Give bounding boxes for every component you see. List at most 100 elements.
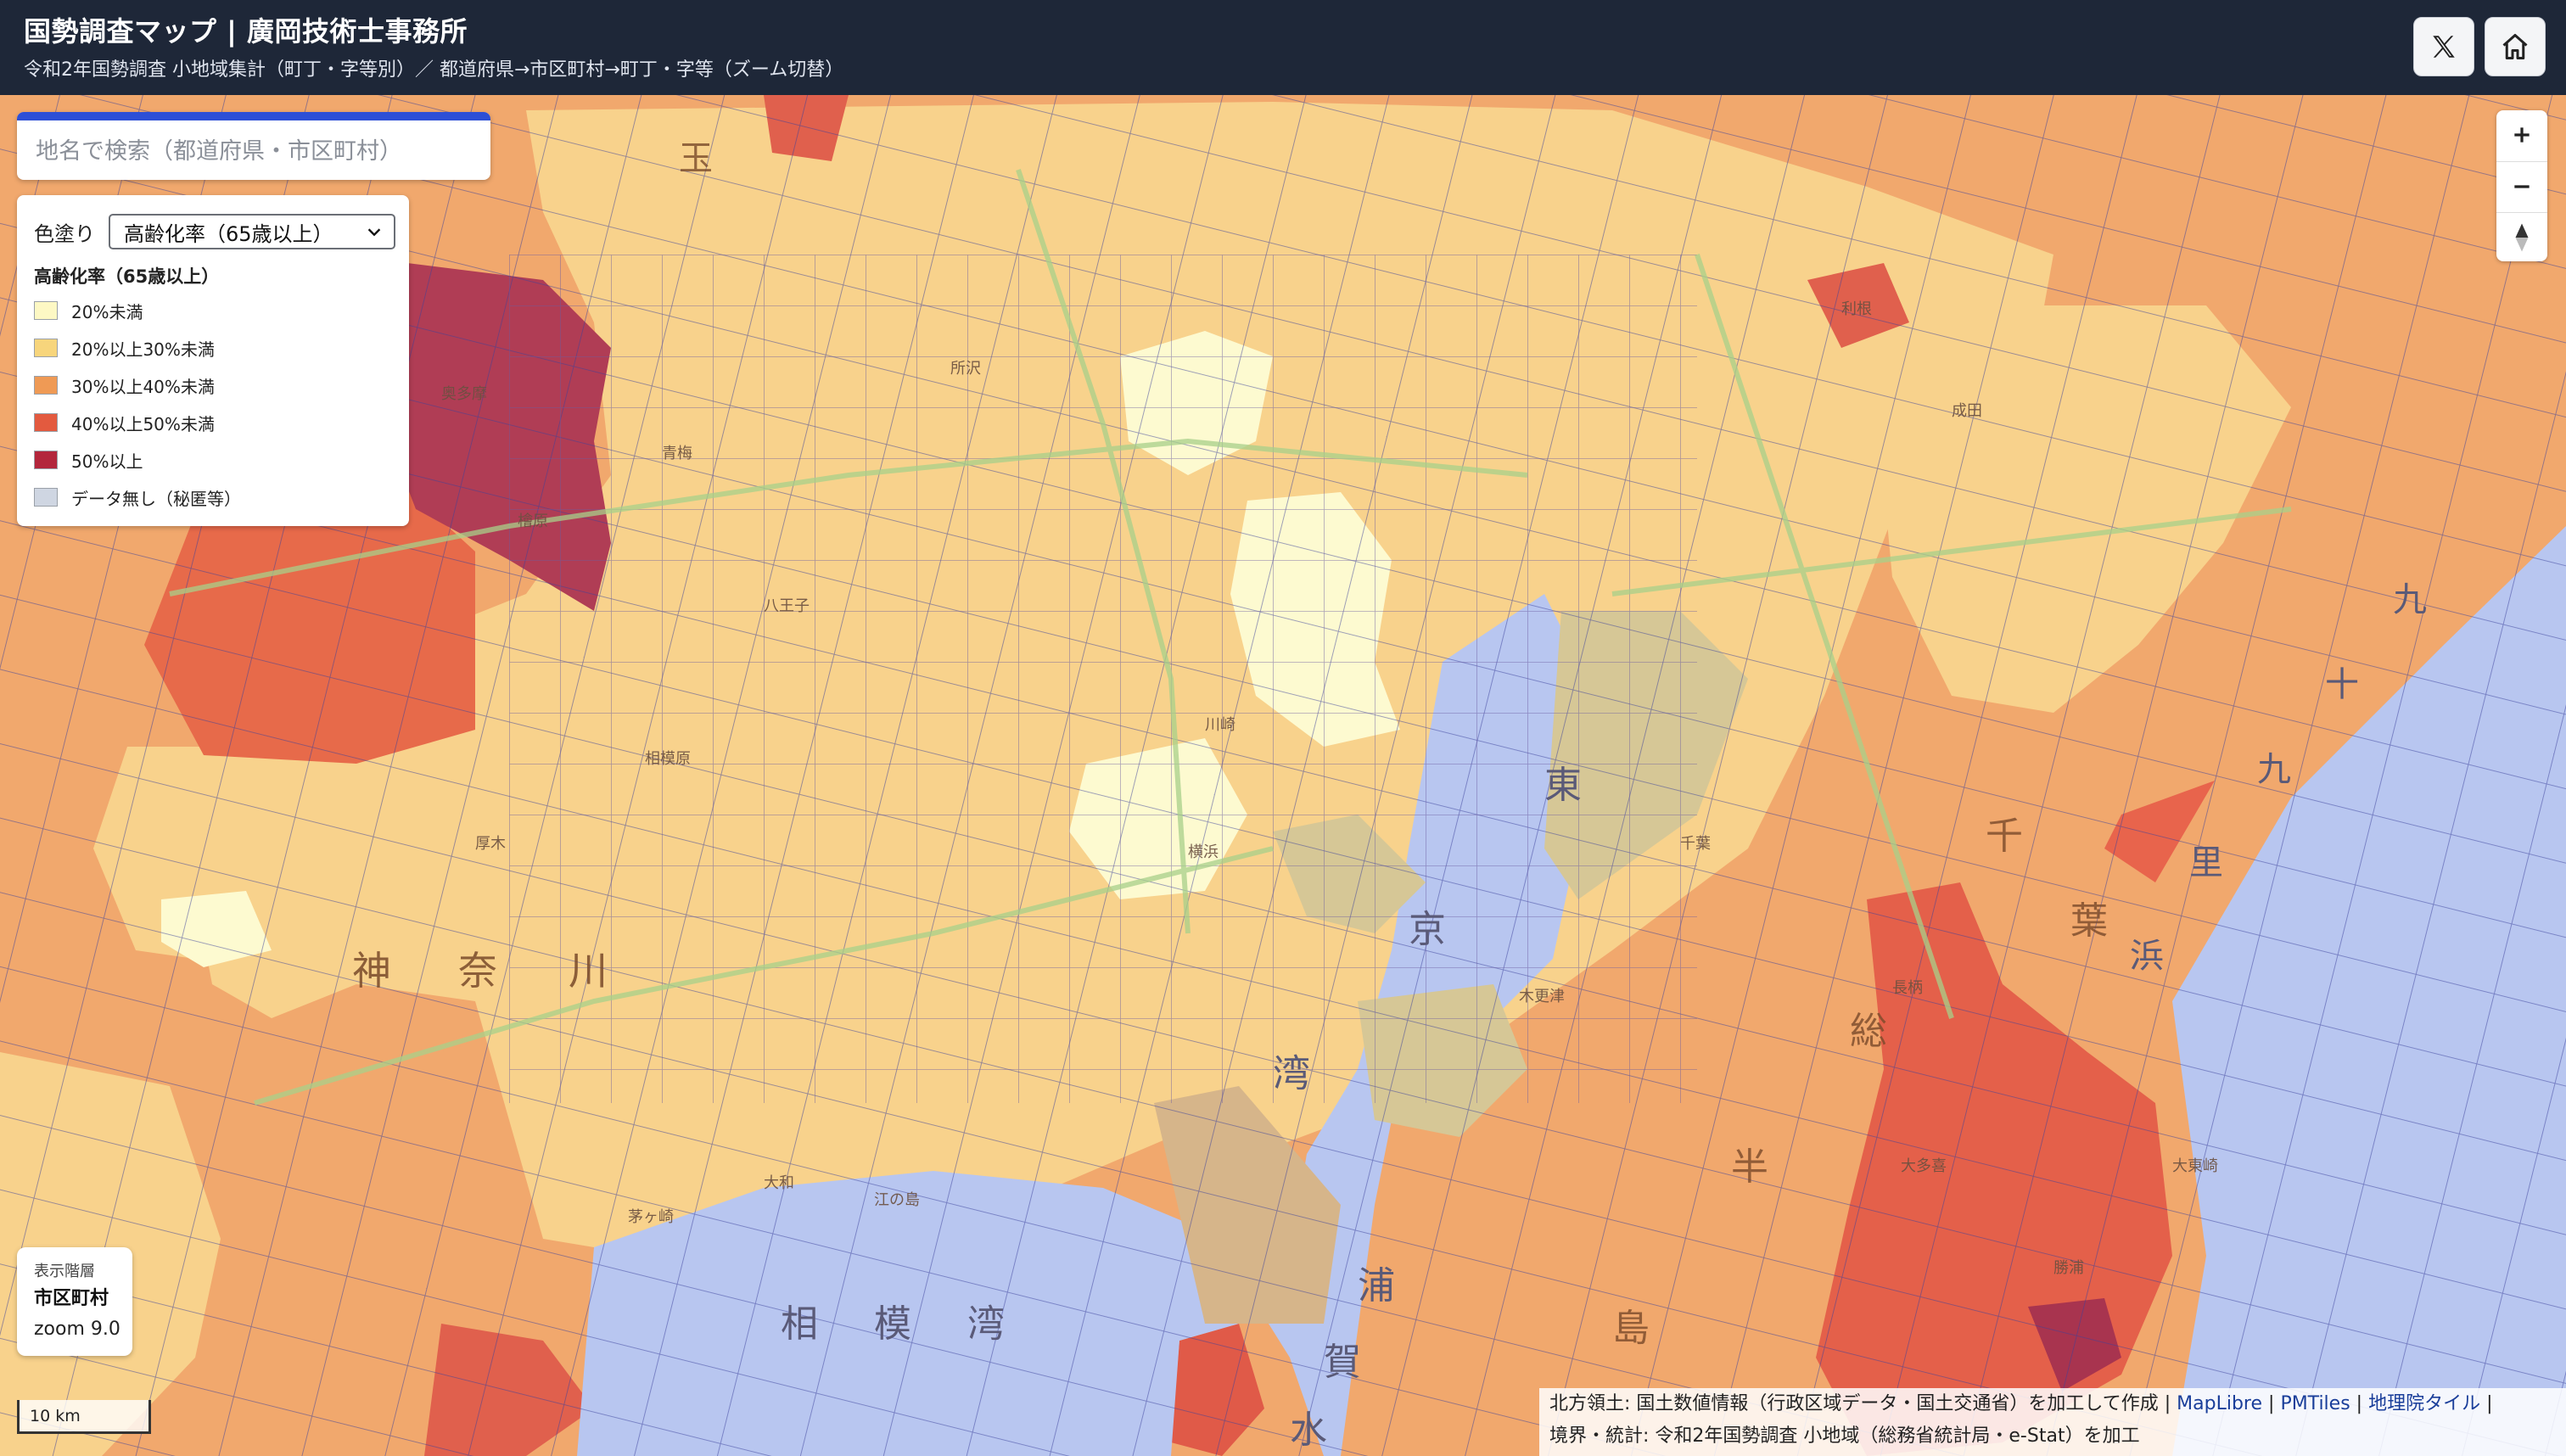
legend-item-label: 30%以上40%未満 [71,376,215,397]
compass-button[interactable] [2496,212,2547,262]
scale-bar: 10 km [17,1400,151,1434]
pmtiles-link[interactable]: PMTiles [2280,1393,2350,1414]
attribution-sep: | [2356,1393,2363,1414]
zoom-in-button[interactable] [2496,110,2547,160]
maplibre-link[interactable]: MapLibre [2177,1393,2262,1414]
place-4: 茅ヶ崎 [628,1208,674,1226]
label-kana-3: 川 [569,948,608,994]
x-share-button[interactable] [2413,17,2474,76]
attribution-line-2: 境界・統計: 令和2年国勢調査 小地域（総務省統計局・e-Stat）を加工 [1549,1425,2140,1447]
place-10: 大多喜 [1901,1157,1947,1175]
label-chiba-1: 千 [1986,815,2023,858]
label-sagami-2: 模 [874,1302,911,1346]
label-kuju-3: 九 [2257,750,2291,789]
legend-item-label: 50%以上 [71,451,143,472]
label-chiba-2: 葉 [2070,899,2108,943]
legend-swatch [34,413,58,432]
label-boso-1: 総 [1850,1010,1887,1053]
label-kana-1: 神 [352,948,391,994]
legend-swatch [34,376,58,395]
label-tokyo-2: 京 [1409,908,1446,951]
place-9: 長柄 [1892,979,1923,997]
legend-item-label: 20%未満 [71,301,143,322]
legend-item: 20%以上30%未満 [34,336,215,360]
color-label: 色塗り [34,221,95,246]
attribution-prefix: 北方領土: 国土数値情報（行政区域データ・国土交通省）を加工して作成 | [1549,1393,2171,1414]
scale-label: 10 km [30,1407,81,1425]
legend-item-label: 20%以上30%未満 [71,339,215,360]
zoom-info-panel: 表示階層 市区町村 zoom 9.0 [17,1247,132,1356]
label-uraga-1: 浦 [1358,1264,1395,1308]
label-tokyo-3: 湾 [1273,1052,1310,1095]
municipal-boundaries-fine [509,255,1697,1103]
attribution-sep: | [2486,1393,2493,1414]
legend-title: 高齢化率（65歳以上） [34,266,220,287]
app-header: 国勢調査マップ | 廣岡技術士事務所 令和2年国勢調査 小地域集計（町丁・字等別… [0,0,2566,95]
map-label-sagami-bay: 相 模 湾 [781,1302,1005,1346]
indicator-select[interactable]: 高齢化率（65歳以上） [109,214,395,249]
x-logo-icon [2433,36,2455,58]
label-tokyo-1: 東 [1544,764,1582,807]
legend-swatch [34,301,58,320]
label-sagami-3: 湾 [967,1302,1005,1346]
place-17: 八王子 [764,597,810,615]
legend-item-label: 40%以上50%未満 [71,413,215,434]
search-input[interactable] [34,129,470,173]
legend-item: 40%以上50%未満 [34,411,215,434]
legend-swatch [34,488,58,507]
label-uraga-2: 賀 [1324,1341,1361,1384]
place-2: 大和 [764,1174,794,1192]
legend-item: 30%以上40%未満 [34,373,215,397]
zoom-info-level: 市区町村 [34,1288,109,1309]
legend-item: 20%未満 [34,299,143,322]
label-kuju-2: 十 [2325,665,2359,704]
legend-panel: 色塗り 高齢化率（65歳以上） 高齢化率（65歳以上） 20%未満 20%以上3… [17,195,409,526]
place-19: 所沢 [950,360,981,378]
label-kana-2: 奈 [458,948,497,994]
legend-swatch [34,451,58,469]
zoom-out-button[interactable] [2496,161,2547,211]
label-boso-2: 半 [1731,1145,1768,1189]
place-0: 奥多摩 [441,385,487,403]
page-title: 国勢調査マップ | 廣岡技術士事務所 [24,15,468,48]
label-sagami-1: 相 [781,1302,818,1346]
legend-item-label: データ無し（秘匿等） [71,488,241,509]
zoom-info-label: 表示階層 [34,1263,95,1280]
place-6: 成田 [1952,402,1982,420]
search-box [17,112,490,180]
attribution-line-1: 北方領土: 国土数値情報（行政区域データ・国土交通省）を加工して作成 | Map… [1549,1388,2566,1420]
place-1: 檜原 [518,512,548,530]
chevron-down-icon [367,228,381,237]
label-kuju-5: 浜 [2130,937,2164,976]
page-subtitle: 令和2年国勢調査 小地域集計（町丁・字等別）／ 都道府県→市区町村→町丁・字等（… [24,59,844,81]
compass-icon [2515,223,2529,252]
plus-icon [2514,127,2530,143]
search-accent-bar [17,112,490,120]
color-select-row: 色塗り 高齢化率（65歳以上） [34,210,395,253]
label-kuju-4: 里 [2189,843,2223,882]
place-15: 横浜 [1188,843,1219,861]
home-icon [2502,34,2528,59]
home-button[interactable] [2485,17,2546,76]
zoom-info-value: zoom 9.0 [34,1319,120,1340]
place-13: 利根 [1841,300,1872,318]
attribution-sep: | [2268,1393,2275,1414]
place-7: 千葉 [1680,835,1711,853]
legend-swatch [34,339,58,357]
legend-item: 50%以上 [34,448,143,472]
place-14: 厚木 [475,835,506,853]
label-uraga-3: 水 [1290,1408,1327,1452]
place-12: 大東崎 [2172,1157,2218,1175]
label-saitama: 玉 [679,139,713,178]
legend-item: データ無し（秘匿等） [34,485,241,509]
map-navigation-control [2496,110,2547,261]
place-11: 勝浦 [2053,1259,2084,1277]
attribution: 北方領土: 国土数値情報（行政区域データ・国土交通省）を加工して作成 | Map… [1539,1388,2566,1456]
map-label-kanagawa: 神 奈 川 [352,948,608,994]
place-18: 青梅 [662,445,692,462]
label-kuju-1: 九 [2393,580,2427,619]
place-3: 江の島 [874,1191,920,1209]
place-8: 木更津 [1519,988,1565,1005]
gsi-tiles-link[interactable]: 地理院タイル [2368,1393,2480,1414]
label-boso-3: 島 [1612,1307,1650,1350]
